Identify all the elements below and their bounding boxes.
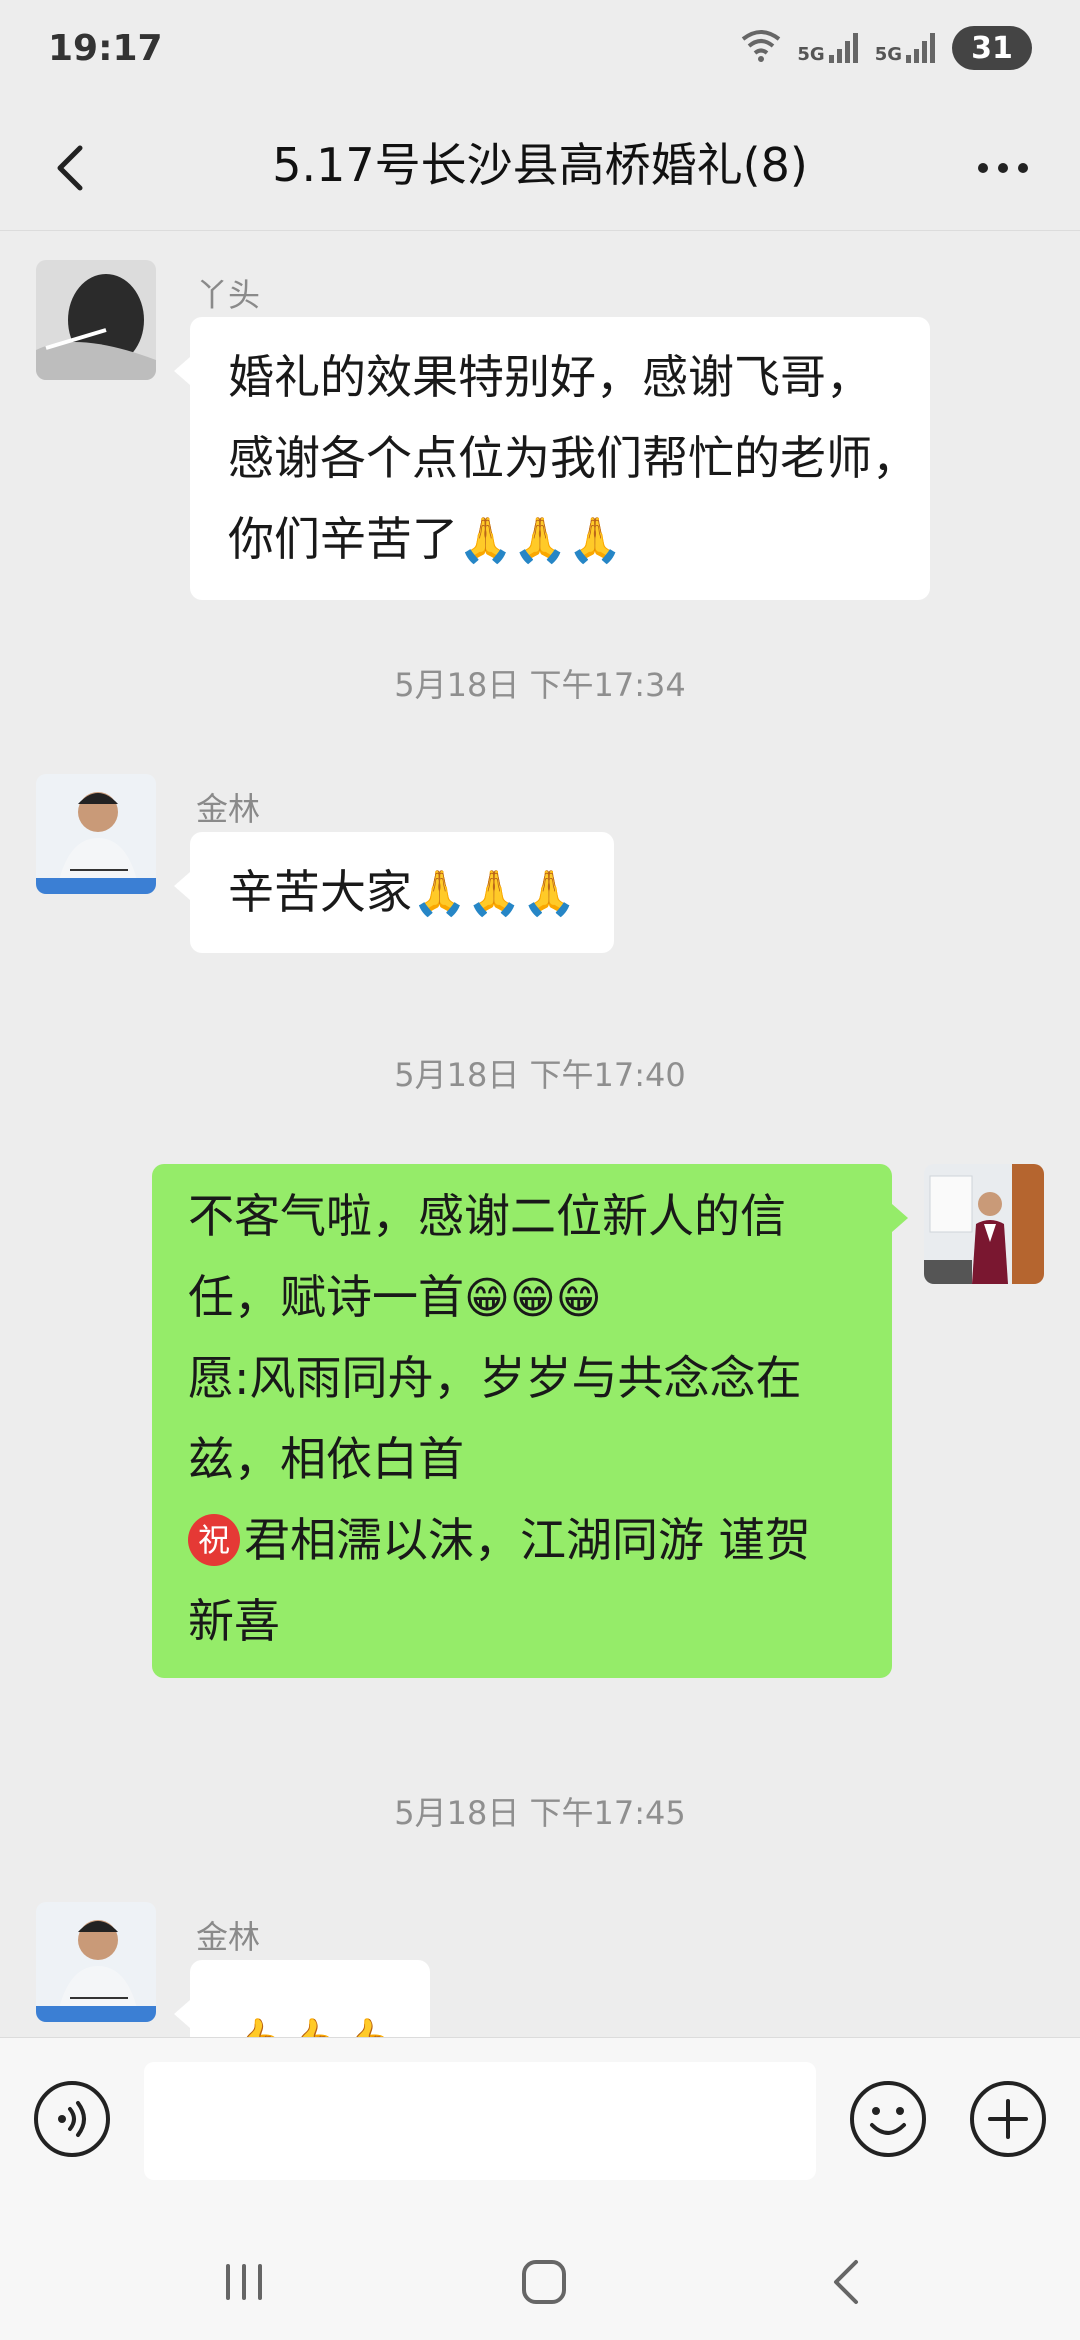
message-list[interactable]: 丫头 婚礼的效果特别好，感谢飞哥， 感谢各个点位为我们帮忙的老师， 你们辛苦了🙏… xyxy=(0,232,1080,2037)
chat-title: 5.17号长沙县高桥婚礼(8) xyxy=(272,138,808,192)
system-nav-bar xyxy=(0,2220,1080,2340)
signal-icon: 5G xyxy=(797,31,860,65)
avatar[interactable] xyxy=(36,774,156,894)
message-line: 婚礼的效果特别好，感谢飞哥， xyxy=(228,350,872,404)
pray-emoji: 🙏🙏🙏 xyxy=(412,868,577,919)
system-back-button[interactable] xyxy=(808,2242,888,2322)
voice-button[interactable] xyxy=(32,2079,112,2159)
message-line: 感谢各个点位为我们帮忙的老师， xyxy=(228,431,918,485)
grin-emoji: 😁😁😁 xyxy=(464,1273,602,1324)
message-bubble-outgoing[interactable]: 不客气啦，感谢二位新人的信 任，赋诗一首😁😁😁 愿:风雨同舟，岁岁与共念念在 兹… xyxy=(152,1164,908,1678)
wifi-icon xyxy=(739,27,783,70)
timestamp: 5月18日 下午17:34 xyxy=(394,666,686,704)
timestamp: 5月18日 下午17:45 xyxy=(394,1794,686,1832)
chat-header: 5.17号长沙县高桥婚礼(8) xyxy=(0,100,1080,231)
message-bubble[interactable]: 👍👍👍 xyxy=(174,1960,431,2038)
sender-name: 金林 xyxy=(196,790,261,828)
message-line: 新喜 xyxy=(188,1594,280,1648)
avatar[interactable] xyxy=(36,260,156,380)
message-line: 任，赋诗一首 xyxy=(188,1270,464,1324)
back-icon xyxy=(834,2260,858,2304)
message-input[interactable] xyxy=(144,2062,816,2180)
signal-label: 5G xyxy=(874,44,902,65)
recents-button[interactable] xyxy=(204,2242,284,2322)
emoji-button[interactable] xyxy=(848,2079,928,2159)
message-line: 君相濡以沫，江湖同游 谨贺 xyxy=(244,1513,811,1567)
message-line: 辛苦大家 xyxy=(228,865,412,919)
avatar[interactable] xyxy=(36,1902,156,2022)
message-line: 兹，相依白首 xyxy=(188,1432,464,1486)
home-button[interactable] xyxy=(504,2242,584,2322)
pray-emoji: 🙏🙏🙏 xyxy=(458,515,623,566)
thumbs-up-emoji: 👍👍👍 xyxy=(228,2020,392,2038)
message-line: 愿:风雨同舟，岁岁与共念念在 xyxy=(188,1351,802,1405)
avatar-self[interactable] xyxy=(924,1164,1044,1284)
battery-indicator: 31 xyxy=(952,26,1032,70)
plus-button[interactable] xyxy=(968,2079,1048,2159)
recents-icon xyxy=(226,2264,262,2300)
message-line: 你们辛苦了 xyxy=(228,512,458,566)
emoji-icon xyxy=(850,2081,926,2157)
more-icon xyxy=(978,163,1028,173)
home-icon xyxy=(522,2260,566,2304)
message-bubble[interactable]: 辛苦大家🙏🙏🙏 xyxy=(174,832,615,953)
message-bubble[interactable]: 婚礼的效果特别好，感谢飞哥， 感谢各个点位为我们帮忙的老师， 你们辛苦了🙏🙏🙏 xyxy=(174,317,930,600)
plus-icon xyxy=(970,2081,1046,2157)
voice-icon xyxy=(34,2081,110,2157)
sender-name: 金林 xyxy=(196,1918,261,1956)
blessing-badge: 祝 xyxy=(188,1513,240,1566)
signal-icon: 5G xyxy=(875,31,938,65)
input-bar xyxy=(0,2037,1080,2221)
back-button[interactable] xyxy=(36,128,116,208)
more-button[interactable] xyxy=(958,128,1048,208)
sender-name: 丫头 xyxy=(196,276,261,314)
chevron-left-icon xyxy=(57,145,83,191)
message-line: 不客气啦，感谢二位新人的信 xyxy=(188,1189,786,1243)
status-bar: 19:17 5G 5G 31 xyxy=(0,0,1080,100)
signal-label: 5G xyxy=(797,44,825,65)
status-icons: 5G 5G 31 xyxy=(739,26,1032,70)
timestamp: 5月18日 下午17:40 xyxy=(394,1056,686,1094)
status-time: 19:17 xyxy=(48,28,163,69)
